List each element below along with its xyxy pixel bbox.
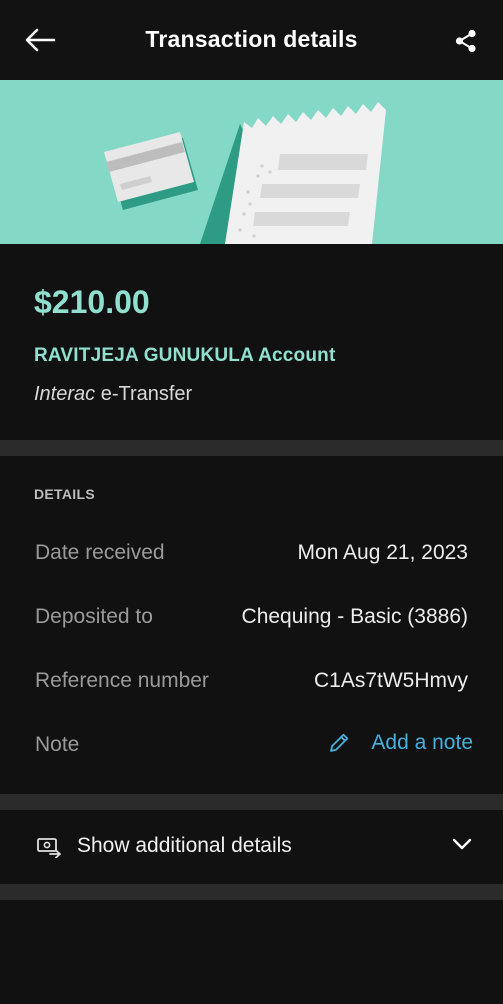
detail-row-note: Note Add a note [0,725,503,765]
detail-row-deposited-to: Deposited to Chequing - Basic (3886) [0,597,503,637]
top-app-bar: Transaction details [0,0,503,80]
details-section: DETAILS Date received Mon Aug 21, 2023 D… [0,456,503,794]
section-divider [0,440,503,456]
transaction-type: Interac e-Transfer [34,383,192,406]
card-and-receipt-illustration [104,102,386,244]
transaction-amount: $210.00 [34,284,150,320]
account-name: RAVITJEJA GUNUKULA Account [34,345,336,366]
show-additional-details-button[interactable]: Show additional details [0,810,503,884]
share-button[interactable] [451,26,481,56]
chevron-down-icon [451,836,473,857]
detail-label: Deposited to [35,605,153,628]
pencil-icon [330,733,349,752]
page-title: Transaction details [145,26,358,52]
add-note-button[interactable]: Add a note [327,731,473,755]
detail-value: Mon Aug 21, 2023 [297,541,468,564]
transaction-type-label: e-Transfer [95,383,193,405]
transaction-details-screen: Transaction details $210.00 RAVITJEJA GU… [0,0,503,1004]
detail-value: C1As7tW5Hmvy [313,669,468,692]
detail-value: Chequing - Basic (3886) [241,605,468,628]
add-note-link[interactable]: Add a note [371,731,473,755]
detail-row-reference-number: Reference number C1As7tW5Hmvy [0,661,503,701]
money-transfer-icon [36,836,62,863]
hero-banner [0,80,503,244]
details-heading: DETAILS [34,486,95,502]
detail-label: Reference number [35,669,209,692]
interac-brand: Interac [34,383,96,405]
detail-label: Date received [35,541,165,564]
bottom-area [0,900,503,1004]
detail-row-date-received: Date received Mon Aug 21, 2023 [0,533,503,573]
show-additional-details-label: Show additional details [77,834,292,857]
share-icon [455,29,476,53]
note-label: Note [35,733,80,756]
section-divider [0,884,503,900]
transaction-summary: $210.00 RAVITJEJA GUNUKULA Account Inter… [0,244,503,440]
section-divider [0,794,503,810]
